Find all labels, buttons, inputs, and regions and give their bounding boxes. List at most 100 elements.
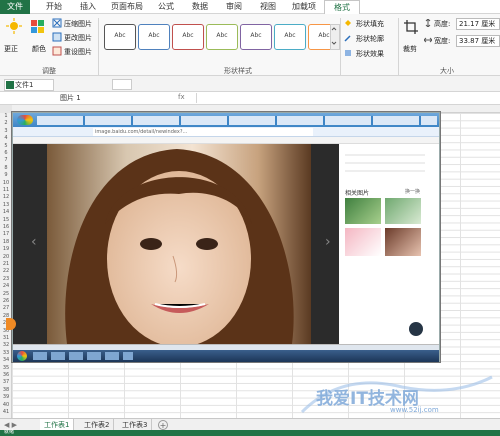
crop-icon[interactable] (404, 20, 418, 34)
related-images-title: 相关图片 (345, 190, 370, 197)
row-number[interactable]: 20 (0, 254, 12, 260)
shape-style-3[interactable]: Abc (172, 24, 204, 50)
row-number[interactable]: 25 (0, 291, 12, 297)
tab-file[interactable]: 文件 (0, 0, 30, 14)
height-input[interactable]: 21.17 厘米 (456, 18, 500, 30)
shape-style-5[interactable]: Abc (240, 24, 272, 50)
group-separator (340, 18, 341, 76)
row-number[interactable]: 11 (0, 187, 12, 193)
embedded-picture[interactable]: image.baidu.com/detail/newindex?... ‹ › … (12, 112, 440, 362)
shape-effects-button[interactable]: 形状效果 (356, 49, 384, 59)
shape-style-4[interactable]: Abc (206, 24, 238, 50)
row-number[interactable]: 1 (0, 113, 12, 119)
shape-style-6[interactable]: Abc (274, 24, 306, 50)
adjust-group-label: 调整 (42, 67, 56, 75)
sun-icon[interactable] (6, 18, 22, 34)
related-thumb-4 (385, 228, 421, 256)
fx-icon[interactable]: fx (178, 93, 185, 101)
row-number[interactable]: 21 (0, 261, 12, 267)
change-picture-button[interactable]: 更改图片 (64, 33, 92, 43)
row-number[interactable]: 16 (0, 224, 12, 230)
color-palette-icon[interactable] (30, 18, 46, 34)
correct-button[interactable]: 更正 (4, 44, 18, 54)
row-number[interactable]: 27 (0, 305, 12, 311)
picture-sidebar: 相关图片 换一换 (339, 144, 439, 344)
shape-fill-button[interactable]: 形状填充 (356, 19, 384, 29)
status-bar: 就绪 (0, 429, 500, 436)
row-number[interactable]: 14 (0, 209, 12, 215)
tab-addins[interactable]: 加载项 (286, 0, 322, 14)
row-number[interactable]: 23 (0, 276, 12, 282)
row-number[interactable]: 35 (0, 365, 12, 371)
shape-outline-button[interactable]: 形状轮廓 (356, 34, 384, 44)
row-number[interactable]: 8 (0, 165, 12, 171)
width-label: 宽度: (434, 37, 451, 45)
pen-icon (344, 34, 352, 42)
shape-style-1[interactable]: Abc (104, 24, 136, 50)
excel-file-icon (6, 81, 14, 89)
picture-bookmark-bar (13, 137, 439, 144)
row-number[interactable]: 41 (0, 409, 12, 415)
add-sheet-icon[interactable]: + (158, 420, 168, 430)
document-tab-label: 文件1 (15, 81, 34, 89)
group-separator (398, 18, 399, 76)
gallery-more-icon[interactable] (330, 24, 340, 50)
tab-insert[interactable]: 插入 (72, 0, 104, 14)
reset-picture-button[interactable]: 重设图片 (64, 47, 92, 57)
formula-bar: 图片 1 fx (0, 92, 500, 105)
row-number[interactable]: 18 (0, 239, 12, 245)
watermark-url: www.52ij.com (390, 406, 439, 414)
width-input[interactable]: 33.87 厘米 (456, 35, 500, 47)
row-number[interactable]: 24 (0, 283, 12, 289)
row-number[interactable]: 33 (0, 350, 12, 356)
row-number[interactable]: 15 (0, 217, 12, 223)
row-number[interactable]: 39 (0, 394, 12, 400)
color-button[interactable]: 颜色 (32, 44, 46, 54)
row-number[interactable]: 2 (0, 120, 12, 126)
row-number[interactable]: 37 (0, 379, 12, 385)
tab-review[interactable]: 审阅 (218, 0, 250, 14)
ribbon-tab-bar: 文件 开始 插入 页面布局 公式 数据 审阅 视图 加载项 格式 (0, 0, 500, 17)
row-number[interactable]: 22 (0, 268, 12, 274)
row-number[interactable]: 40 (0, 402, 12, 408)
sidebar-tags (345, 148, 425, 174)
row-number[interactable]: 9 (0, 172, 12, 178)
name-box[interactable]: 图片 1 (60, 93, 150, 103)
shape-style-2[interactable]: Abc (138, 24, 170, 50)
tab-data[interactable]: 数据 (184, 0, 216, 14)
compress-icon (52, 18, 62, 28)
status-ready: 就绪 (4, 429, 15, 435)
row-number[interactable]: 31 (0, 335, 12, 341)
tab-home[interactable]: 开始 (38, 0, 70, 14)
row-number[interactable]: 36 (0, 372, 12, 378)
row-number[interactable]: 4 (0, 135, 12, 141)
row-number[interactable]: 13 (0, 202, 12, 208)
row-number[interactable]: 26 (0, 298, 12, 304)
tab-page-layout[interactable]: 页面布局 (106, 0, 148, 14)
select-all-corner[interactable] (0, 105, 12, 113)
document-tab[interactable]: 文件1 (4, 79, 54, 91)
size-group-label: 大小 (440, 67, 454, 75)
row-number[interactable]: 10 (0, 180, 12, 186)
tab-formulas[interactable]: 公式 (150, 0, 182, 14)
row-headers: 1 2 3 4 5 6 7 8 9 10 11 12 13 14 15 16 17 18 19 20 21 22 23 24 2… (0, 113, 12, 418)
taskbar-items (33, 352, 133, 360)
formula-input[interactable] (196, 93, 496, 103)
row-number[interactable]: 32 (0, 342, 12, 348)
related-thumb-2 (385, 198, 421, 224)
new-document-icon[interactable] (112, 79, 132, 90)
compress-pictures-button[interactable]: 压缩图片 (64, 19, 92, 29)
width-icon (423, 36, 433, 44)
shape-styles-group-label: 形状样式 (224, 67, 252, 75)
row-number[interactable]: 7 (0, 157, 12, 163)
tab-view[interactable]: 视图 (252, 0, 284, 14)
crop-button[interactable]: 裁剪 (403, 44, 417, 54)
row-number[interactable]: 17 (0, 231, 12, 237)
row-number[interactable]: 12 (0, 194, 12, 200)
row-number[interactable]: 5 (0, 143, 12, 149)
row-number[interactable]: 6 (0, 150, 12, 156)
row-number[interactable]: 3 (0, 128, 12, 134)
row-number[interactable]: 38 (0, 387, 12, 393)
row-number[interactable]: 34 (0, 357, 12, 363)
row-number[interactable]: 19 (0, 246, 12, 252)
